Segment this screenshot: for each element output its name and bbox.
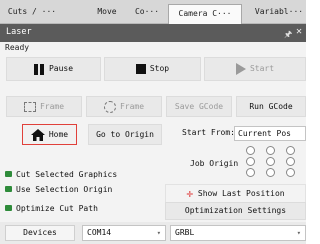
home-button[interactable]: Home xyxy=(22,124,77,145)
tab-camera-control[interactable]: Camera C··· xyxy=(168,4,242,24)
save-gcode-button[interactable]: Save GCode xyxy=(166,96,232,117)
pause-icon xyxy=(33,63,45,75)
pin-icon[interactable]: 🖈 xyxy=(284,27,292,43)
tab-move[interactable]: Move xyxy=(88,3,126,21)
port-select[interactable]: COM14 ▾ xyxy=(82,225,166,241)
status-text: Ready xyxy=(5,43,30,52)
laser-panel: Ready Pause Stop Start Frame Frame Save … xyxy=(0,42,306,244)
tab-variable-text[interactable]: Variabl··· xyxy=(252,3,306,21)
cut-selected-graphics-checkbox[interactable]: Cut Selected Graphics xyxy=(5,170,117,179)
checkbox-checked-icon xyxy=(5,170,12,177)
optimize-cut-path-checkbox[interactable]: Optimize Cut Path xyxy=(5,204,98,213)
optimization-settings-button[interactable]: Optimization Settings xyxy=(165,202,306,220)
origin-bottom-right-radio[interactable] xyxy=(286,168,295,177)
start-from-label: Start From: xyxy=(182,128,235,137)
frame-rubberband-button[interactable]: Frame xyxy=(86,96,162,117)
tab-strip: Cuts / ··· Move Co··· Camera C··· Variab… xyxy=(0,0,306,24)
dashed-rectangle-icon xyxy=(23,101,36,112)
play-icon xyxy=(235,63,246,75)
window-title: Laser xyxy=(6,27,32,37)
start-button[interactable]: Start xyxy=(204,57,306,81)
home-icon xyxy=(30,128,45,141)
pause-button[interactable]: Pause xyxy=(6,57,101,81)
origin-middle-right-radio[interactable] xyxy=(286,157,295,166)
origin-bottom-center-radio[interactable] xyxy=(266,168,275,177)
device-bar: Devices COM14 ▾ GRBL ▾ xyxy=(0,222,306,244)
stop-icon xyxy=(135,64,146,74)
origin-middle-left-radio[interactable] xyxy=(246,157,255,166)
origin-top-center-radio[interactable] xyxy=(266,146,275,155)
stop-button[interactable]: Stop xyxy=(104,57,201,81)
start-from-select[interactable]: Current Pos xyxy=(234,126,306,141)
job-origin-label: Job Origin xyxy=(190,159,239,168)
chevron-down-icon: ▾ xyxy=(296,229,301,237)
go-to-origin-button[interactable]: Go to Origin xyxy=(88,124,162,145)
checkbox-checked-icon xyxy=(5,185,12,192)
dashed-circle-icon xyxy=(103,100,116,113)
tab-console[interactable]: Co··· xyxy=(132,3,162,21)
close-icon[interactable]: ✕ xyxy=(296,26,302,37)
chevron-down-icon: ▾ xyxy=(156,229,161,237)
origin-center-radio[interactable] xyxy=(266,157,275,166)
devices-button[interactable]: Devices xyxy=(5,225,75,241)
origin-top-left-radio[interactable] xyxy=(246,146,255,155)
origin-bottom-left-radio[interactable] xyxy=(246,168,255,177)
crosshair-icon: ✛ xyxy=(186,187,194,200)
run-gcode-button[interactable]: Run GCode xyxy=(236,96,306,117)
tab-cuts-layers[interactable]: Cuts / ··· xyxy=(6,3,58,21)
checkbox-checked-icon xyxy=(5,204,12,211)
origin-top-right-radio[interactable] xyxy=(286,146,295,155)
show-last-position-button[interactable]: ✛ Show Last Position xyxy=(165,184,306,203)
controller-select[interactable]: GRBL ▾ xyxy=(170,225,306,241)
use-selection-origin-checkbox[interactable]: Use Selection Origin xyxy=(5,185,112,194)
laser-window-titlebar: Laser 🖈 ✕ xyxy=(0,24,306,42)
frame-button[interactable]: Frame xyxy=(6,96,82,117)
